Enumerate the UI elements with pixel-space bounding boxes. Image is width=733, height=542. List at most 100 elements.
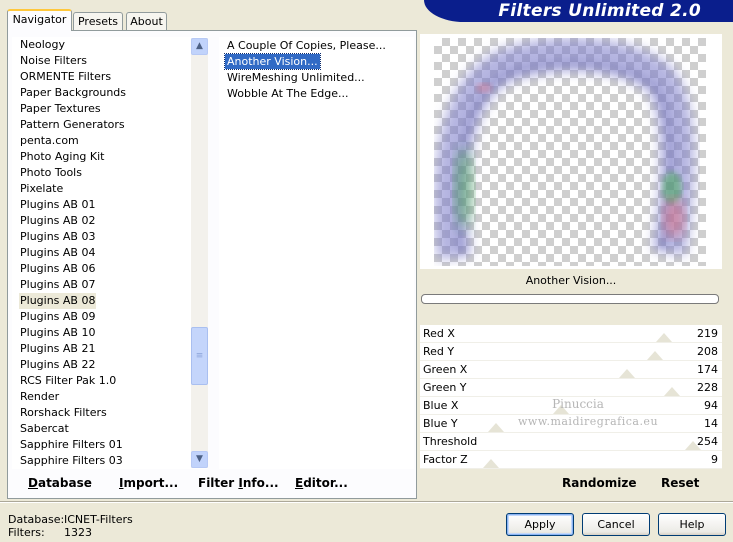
slider-label: Green Y [423,381,467,394]
preview-render [434,38,695,260]
category-item[interactable]: Neology [19,37,66,53]
database-mnemonic: D [28,476,38,490]
filter-item[interactable]: A Couple Of Copies, Please... [225,38,388,53]
slider-value: 228 [697,381,718,394]
slider-track[interactable] [484,343,694,361]
category-item[interactable]: Plugins AB 06 [19,261,96,277]
slider-track[interactable] [484,433,702,451]
tab-about[interactable]: About [126,12,167,31]
slider-row: Red X 219 [420,325,722,343]
import-button[interactable]: Import... [119,476,178,490]
tab-presets[interactable]: Presets [73,12,123,31]
chevron-up-icon: ▲ [196,41,203,51]
filter-item[interactable]: Wobble At The Edge... [225,86,351,101]
slider-value: 219 [697,327,718,340]
slider-label: Threshold [423,435,478,448]
category-item[interactable]: Paper Backgrounds [19,85,127,101]
slider-thumb[interactable] [647,351,664,360]
filter-item[interactable]: Another Vision... [224,53,321,70]
category-item[interactable]: Paper Textures [19,101,102,117]
preview-frame [420,34,722,269]
slider-track[interactable] [484,325,694,343]
category-item[interactable]: Plugins AB 08 [19,293,97,309]
category-item[interactable]: penta.com [19,133,80,149]
slider-label: Factor Z [423,453,468,466]
slider-thumb[interactable] [483,459,500,468]
slider-value: 254 [697,435,718,448]
filter-info-label-pre: Filter [198,476,239,490]
filter-list[interactable]: A Couple Of Copies, Please... Another Vis… [219,37,414,469]
help-button[interactable]: Help [658,513,726,536]
category-item[interactable]: Plugins AB 07 [19,277,96,293]
category-item[interactable]: Pixelate [19,181,64,197]
category-item[interactable]: Plugins AB 02 [19,213,96,229]
category-item[interactable]: Sapphire Filters 01 [19,437,124,453]
database-label: atabase [37,476,92,490]
tab-label: About [130,15,163,28]
slider-label: Red X [423,327,455,340]
app-title: Filters Unlimited 2.0 [498,1,701,21]
slider-thumb[interactable] [663,387,680,396]
category-item[interactable]: Rorshack Filters [19,405,108,421]
filter-info-button[interactable]: Filter Info... [198,476,279,490]
category-item[interactable]: Plugins AB 10 [19,325,96,341]
watermark-line2: www.maidiregrafica.eu [518,415,659,428]
chevron-down-icon: ▼ [196,454,203,464]
watermark-line1: Pinuccia [552,397,604,411]
category-item[interactable]: Plugins AB 01 [19,197,96,213]
category-item[interactable]: Noise Filters [19,53,88,69]
slider-thumb[interactable] [619,369,636,378]
category-scrollbar[interactable]: ▲ ≡ ▼ [191,38,208,468]
status-filters-label: Filters: [8,526,45,539]
scroll-down-button[interactable]: ▼ [191,451,208,468]
scroll-up-button[interactable]: ▲ [191,38,208,55]
slider-thumb[interactable] [487,423,504,432]
slider-row: Red Y 208 [420,343,722,361]
category-item[interactable]: Plugins AB 22 [19,357,96,373]
category-item[interactable]: Sabercat [19,421,70,437]
slider-row: Factor Z 9 [420,451,722,469]
slider-value: 9 [711,453,718,466]
category-item[interactable]: Sapphire Filters 03 [19,453,124,469]
slider-track[interactable] [484,361,694,379]
apply-button[interactable]: Apply [506,513,574,536]
cancel-button[interactable]: Cancel [582,513,650,536]
filter-info-label: nfo... [242,476,279,490]
slider-label: Red Y [423,345,455,358]
slider-track[interactable] [483,451,694,469]
slider-thumb[interactable] [656,333,673,342]
filter-item[interactable]: WireMeshing Unlimited... [225,70,367,85]
tab-label: Presets [77,15,119,28]
editor-mnemonic: E [295,476,304,490]
category-item[interactable]: Pattern Generators [19,117,126,133]
watermark: Pinuccia www.maidiregrafica.eu [518,395,659,435]
editor-label: ditor... [303,476,348,490]
category-item[interactable]: Render [19,389,60,405]
category-item[interactable]: ORMENTE Filters [19,69,112,85]
slider-label: Blue Y [423,417,458,430]
slider-value: 14 [704,417,718,430]
reset-button[interactable]: Reset [661,476,699,490]
category-item[interactable]: Plugins AB 03 [19,229,96,245]
category-list[interactable]: Neology Noise Filters ORMENTE Filters Paper… [12,37,208,469]
randomize-button[interactable]: Randomize [562,476,636,490]
category-item[interactable]: Plugins AB 21 [19,341,96,357]
status-filters-value: 1323 [64,526,92,539]
slider-value: 94 [704,399,718,412]
app-title-banner: Filters Unlimited 2.0 [424,0,733,22]
category-item[interactable]: Plugins AB 09 [19,309,96,325]
tab-navigator[interactable]: Navigator [7,9,72,31]
category-item[interactable]: Photo Tools [19,165,83,181]
scroll-thumb[interactable]: ≡ [191,327,208,385]
category-item[interactable]: Photo Aging Kit [19,149,105,165]
database-button[interactable]: Database [28,476,92,490]
category-item[interactable]: RCS Filter Pak 1.0 [19,373,117,389]
editor-button[interactable]: Editor... [295,476,348,490]
grip-icon: ≡ [195,351,204,361]
status-database-value: ICNET-Filters [64,513,133,526]
status-database-label: Database: [8,513,65,526]
preview-image [434,38,706,266]
import-label: mport... [123,476,179,490]
slider-row: Green X 174 [420,361,722,379]
category-item[interactable]: Plugins AB 04 [19,245,96,261]
